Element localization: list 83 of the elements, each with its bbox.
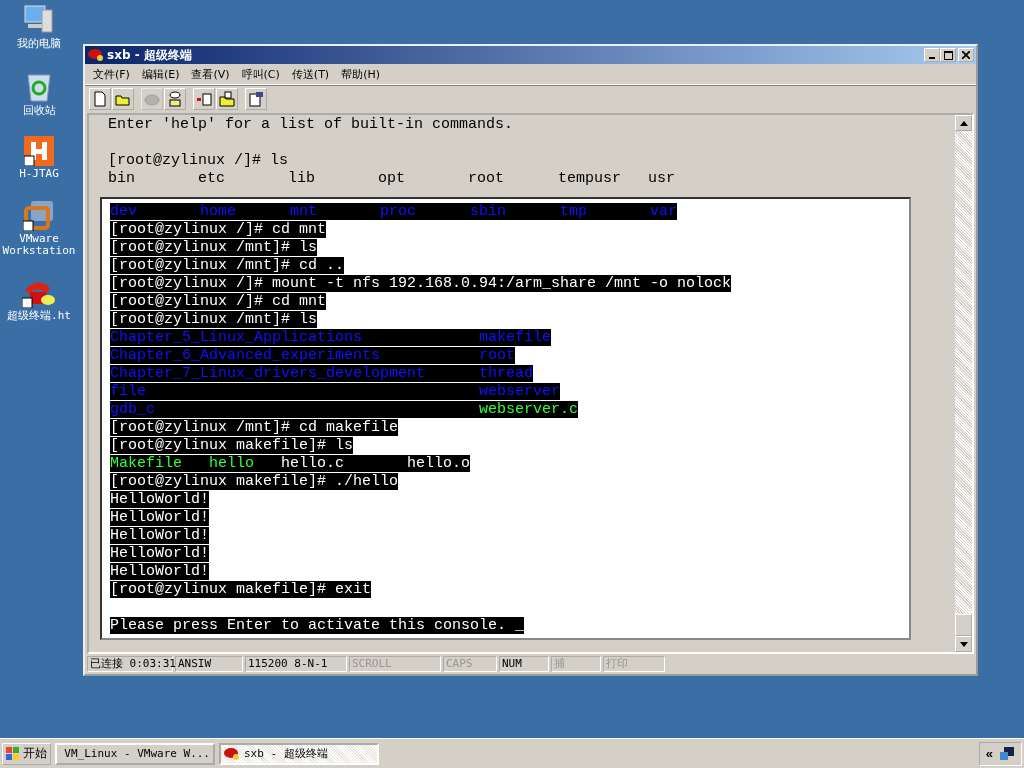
terminal-text: webserver: [479, 383, 561, 400]
status-field: CAPS: [443, 656, 497, 672]
terminal-text: HelloWorld!: [110, 563, 210, 580]
terminal-text: HelloWorld!: [110, 545, 210, 562]
taskbar-button[interactable]: VM_Linux - VMware W...: [55, 742, 215, 765]
terminal-text: webserver.c: [479, 401, 579, 418]
hangup-button[interactable]: [164, 88, 186, 110]
down-arrow-icon[interactable]: [959, 641, 968, 647]
status-field: SCROLL: [349, 656, 441, 672]
terminal-text: Chapter_6_Advanced_experiments: [110, 347, 382, 364]
status-field: NUM: [499, 656, 549, 672]
terminal-text: Please press Enter to activate this console. _: [110, 617, 525, 634]
menu-item[interactable]: 查看(V): [187, 66, 234, 82]
new-icon: [92, 91, 108, 107]
terminal-text: [root@zylinux /mnt]# ls: [110, 311, 318, 328]
terminal-text: [root@zylinux /]# ls: [108, 152, 289, 169]
start-button[interactable]: 开始: [2, 742, 51, 765]
telephone-icon: [224, 746, 240, 761]
terminal-text: [root@zylinux /]# mount -t nfs 192.168.0.94:/arm_share /mnt -o nolock: [110, 275, 732, 292]
vmware-icon[interactable]: [23, 199, 55, 231]
terminal-text: hello: [209, 455, 255, 472]
vertical-scrollbar[interactable]: [955, 115, 972, 652]
new-button[interactable]: [89, 88, 111, 110]
terminal-text: [root@zylinux /mnt]# cd ..: [110, 257, 345, 274]
maximize-button[interactable]: [940, 48, 956, 62]
terminal-text: HelloWorld!: [110, 527, 210, 544]
terminal-text: Chapter_7_Linux_drivers_development: [110, 365, 427, 382]
terminal-text: Enter 'help' for a list of built-in commands.: [108, 116, 514, 133]
scroll-thumb[interactable]: [955, 614, 972, 636]
menu-item[interactable]: 传送(T): [287, 66, 334, 82]
status-field: 115200 8-N-1: [245, 656, 347, 672]
close-button[interactable]: [958, 48, 974, 62]
receive-icon: [219, 91, 235, 107]
status-field: ANSIW: [175, 656, 243, 672]
close-icon: [962, 51, 970, 59]
menu-item[interactable]: 呼叫(C): [237, 66, 284, 82]
terminal-text: [root@zylinux makefile]# exit: [110, 581, 372, 598]
terminal-text: Makefile: [110, 455, 183, 472]
shortcut-icon[interactable]: [24, 136, 54, 166]
icon-label[interactable]: 回收站: [1, 105, 77, 117]
terminal-text: [root@zylinux /mnt]# ls: [110, 239, 318, 256]
properties-button[interactable]: [245, 88, 267, 110]
terminal-text: [root@zylinux /mnt]# cd makefile: [110, 419, 399, 436]
icon-label[interactable]: H-JTAG: [1, 168, 77, 180]
terminal-text: Chapter_5_Linux_Applications: [110, 329, 364, 346]
up-arrow-icon[interactable]: [959, 120, 968, 126]
icon-label[interactable]: 我的电脑: [1, 38, 77, 50]
properties-icon: [248, 91, 264, 107]
status-field: 已连接 0:03:31: [87, 656, 173, 672]
terminal-text: dev home mnt proc sbin tmp var: [110, 203, 678, 220]
terminal-text: file: [110, 383, 147, 400]
send-icon: [196, 91, 212, 107]
terminal-text: thread: [479, 365, 534, 382]
terminal-text: makefile: [479, 329, 552, 346]
maximize-icon: [943, 50, 953, 60]
icon-label[interactable]: 超级终端.ht: [1, 310, 77, 322]
terminal-text: hello.c hello.o: [280, 455, 471, 472]
telephone-icon: [88, 48, 104, 62]
send-button[interactable]: [193, 88, 215, 110]
minimize-button[interactable]: [924, 48, 940, 62]
expand-tray-button[interactable]: «: [985, 746, 993, 761]
terminal-text: root: [479, 347, 516, 364]
windows-logo-icon: [6, 746, 20, 761]
call-icon: [144, 91, 160, 107]
terminal-text: [root@zylinux makefile]# ls: [110, 437, 354, 454]
computer-icon[interactable]: [22, 2, 56, 36]
hangup-icon: [167, 91, 183, 107]
icon-label[interactable]: VMware Workstation: [1, 233, 77, 257]
terminal-text: [root@zylinux /]# cd mnt: [110, 221, 327, 238]
terminal-text: gdb_c: [110, 401, 156, 418]
menu-item[interactable]: 文件(F): [89, 66, 134, 82]
open-button[interactable]: [112, 88, 134, 110]
terminal-text: [root@zylinux makefile]# ./hello: [110, 473, 399, 490]
menu-item[interactable]: 编辑(E): [137, 66, 184, 82]
menu-item[interactable]: 帮助(H): [337, 66, 384, 82]
terminal-text: HelloWorld!: [110, 491, 210, 508]
network-icon[interactable]: [999, 745, 1015, 762]
receive-button[interactable]: [216, 88, 238, 110]
taskbar-button[interactable]: sxb - 超级终端: [219, 742, 379, 765]
window-title: sxb - 超级终端: [107, 46, 193, 64]
terminal-text: HelloWorld!: [110, 509, 210, 526]
terminal-text: [root@zylinux /]# cd mnt: [110, 293, 327, 310]
terminal-text: bin etc lib opt root tempusr usr: [108, 170, 676, 187]
